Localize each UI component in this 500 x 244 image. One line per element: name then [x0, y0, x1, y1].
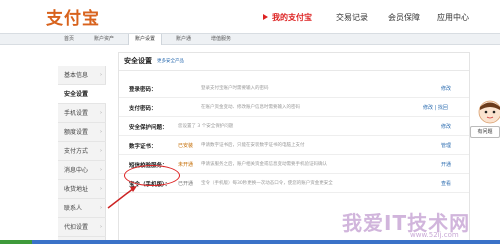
row-action-link[interactable]: 开通 — [441, 161, 451, 168]
alipay-logo[interactable]: 支付宝 — [46, 4, 100, 29]
row-description: 您设置了 3 个安全保护问题 — [178, 124, 234, 129]
row-description: 申请数字证书后，只能在安装数字证书的电脑上支付 — [201, 143, 305, 148]
row-action-link[interactable]: 修改 — [441, 85, 451, 92]
annotation-arrow-icon — [107, 186, 137, 209]
chevron-right-icon: › — [100, 148, 102, 154]
page-title: 安全设置 — [124, 57, 152, 65]
row-action-link[interactable]: 查看 — [441, 180, 451, 187]
security-row-questions: 安全保护问题： 您设置了 3 个安全保护问题 修改 — [119, 117, 469, 136]
chevron-right-icon: › — [100, 186, 102, 192]
chevron-right-icon: › — [100, 110, 102, 116]
row-description: 在账户资金变动、修改账户信息时需要输入的密码 — [201, 105, 300, 110]
sidebar-item-basic-info[interactable]: 基本信息 › — [58, 66, 106, 85]
security-row-certificate: 数字证书： 已安装 申请数字证书后，只能在安装数字证书的电脑上支付 管理 — [119, 136, 469, 155]
sidebar-item-limits[interactable]: 额度设置 › — [58, 123, 106, 142]
subtab-assets[interactable]: 账户资产 — [88, 34, 120, 45]
row-description: 登录支付宝账户时需要输入的密码 — [201, 86, 269, 91]
subtab-account-pass[interactable]: 账户通 — [170, 34, 197, 45]
row-label: 登录密码： — [129, 87, 157, 93]
chevron-right-icon: › — [100, 72, 102, 78]
subtab-home[interactable]: 首页 — [58, 34, 80, 45]
row-label: 支付密码： — [129, 106, 157, 112]
nav-my-alipay[interactable]: 我的支付宝 — [263, 12, 312, 23]
row-label: 数字证书： — [129, 144, 157, 150]
more-security-products-link[interactable]: 更多安全产品 — [157, 58, 184, 64]
start-button[interactable] — [0, 240, 32, 244]
sidebar-item-messages[interactable]: 消息中心 › — [58, 161, 106, 180]
row-status: 未开通 — [178, 162, 194, 168]
chevron-right-icon: › — [100, 224, 102, 230]
sidebar-item-phone[interactable]: 手机设置 › — [58, 104, 106, 123]
watermark-url: www.52ij.com — [410, 231, 459, 239]
row-status: 已安装 — [178, 143, 194, 149]
nav-member-protection[interactable]: 会员保障 — [388, 12, 420, 23]
sub-navigation: 首页 账户资产 账户设置 账户通 增值服务 — [0, 33, 500, 45]
subtab-value-added[interactable]: 增值服务 — [205, 34, 237, 45]
settings-sidebar: 基本信息 › 安全设置 手机设置 › 额度设置 › 支付方式 › 消息中心 › 收货地址 ›… — [58, 66, 106, 241]
os-taskbar — [0, 240, 500, 244]
top-header: 支付宝 我的支付宝 交易记录 会员保障 应用中心 — [0, 0, 500, 33]
security-row-payment-password: 支付密码： 在账户资金变动、修改账户信息时需要输入的密码 修改 | 找回 — [119, 98, 469, 117]
chevron-right-icon: › — [100, 167, 102, 173]
sidebar-item-address[interactable]: 收货地址 › — [58, 180, 106, 199]
sidebar-item-security[interactable]: 安全设置 — [58, 85, 106, 104]
sidebar-item-contacts[interactable]: 联系人 › — [58, 199, 106, 218]
row-action-link[interactable]: 管理 — [441, 142, 451, 149]
help-button[interactable]: 有问题 — [470, 126, 500, 138]
sidebar-item-autopay[interactable]: 代扣设置 › — [58, 218, 106, 237]
security-row-login-password: 登录密码： 登录支付宝账户时需要输入的密码 修改 — [119, 79, 469, 98]
chevron-right-icon: › — [100, 129, 102, 135]
row-action-link[interactable]: 修改 | 找回 — [423, 104, 448, 111]
row-label: 安全保护问题： — [129, 125, 168, 131]
chevron-right-icon: › — [100, 205, 102, 211]
row-description: 宝令（手机版）每30秒更换一次动态口令，使您的账户资金更安全 — [201, 181, 333, 186]
sidebar-item-payment[interactable]: 支付方式 › — [58, 142, 106, 161]
nav-transactions[interactable]: 交易记录 — [336, 12, 368, 23]
row-status: 已开通 — [178, 181, 194, 187]
row-description: 申请该服务之后，账户相关资金或信息变动需要手机验证码确认 — [201, 162, 327, 167]
row-action-link[interactable]: 修改 — [441, 123, 451, 130]
subtab-account-settings[interactable]: 账户设置 — [128, 34, 163, 45]
nav-app-center[interactable]: 应用中心 — [437, 12, 469, 23]
panel-header: 安全设置 更多安全产品 — [119, 53, 469, 71]
